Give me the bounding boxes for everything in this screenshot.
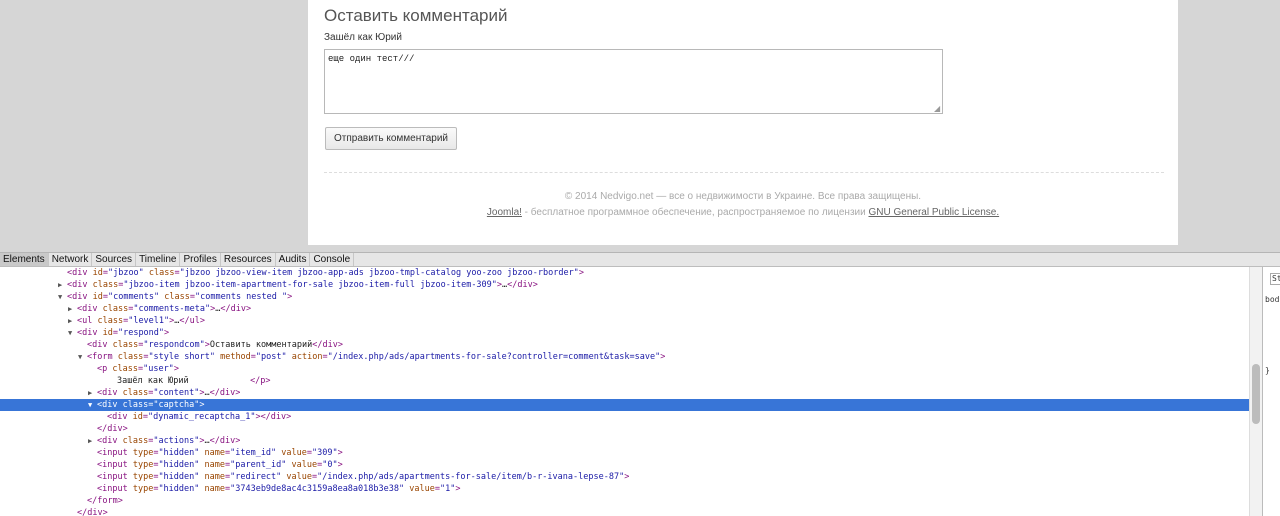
dom-node-markup: <div class="respondcom">Оставить коммент… — [87, 340, 343, 350]
logged-in-user-text: Зашёл как Юрий — [324, 32, 402, 43]
devtools-tab-network[interactable]: Network — [49, 253, 93, 266]
dom-node-markup: </form> — [87, 496, 123, 506]
styles-sidebar[interactable]: St bod } — [1262, 267, 1280, 516]
devtools-tab-console[interactable]: Console — [310, 253, 355, 266]
dom-node-markup: </div> — [97, 424, 128, 434]
dom-tree-node[interactable]: ▶ <div class="jbzoo-item jbzoo-item-apart… — [0, 279, 1249, 291]
dom-tree-node[interactable]: <div id="dynamic_recaptcha_1"></div> — [0, 411, 1249, 423]
dom-tree-node[interactable]: <input type="hidden" name="item_id" valu… — [0, 447, 1249, 459]
dom-node-markup: <div class="captcha"> — [97, 400, 205, 410]
collapsed-triangle-icon[interactable]: ▶ — [88, 387, 97, 399]
dom-node-markup: Зашёл как Юрий </p> — [117, 376, 271, 386]
dom-tree-node[interactable]: </div> — [0, 423, 1249, 435]
dom-node-markup: <input type="hidden" name="3743eb9de8ac4… — [97, 484, 461, 494]
dom-node-markup: <form class="style short" method="post" … — [87, 352, 666, 362]
dom-tree-node[interactable]: </div> — [0, 507, 1249, 516]
copyright-text: © 2014 Nedvigo.net — все о недвижимости … — [564, 191, 922, 202]
devtools-tab-elements[interactable]: Elements — [0, 253, 49, 266]
dom-tree-node[interactable]: ▼ <div class="captcha"> — [0, 399, 1249, 411]
dom-tree-node[interactable]: <div class="respondcom">Оставить коммент… — [0, 339, 1249, 351]
expanded-triangle-icon[interactable]: ▼ — [88, 399, 97, 411]
dom-node-markup: <div class="actions">…</div> — [97, 436, 241, 446]
dom-tree-node[interactable]: ▼ <div id="comments" class="comments nest… — [0, 291, 1249, 303]
collapsed-triangle-icon[interactable]: ▶ — [88, 435, 97, 447]
comment-section-title: Оставить комментарий — [324, 6, 508, 25]
dom-tree-node[interactable]: ▶ <div class="content">…</div> — [0, 387, 1249, 399]
elements-scrollbar[interactable] — [1249, 267, 1262, 516]
dom-tree-node[interactable]: ▶ <div class="comments-meta">…</div> — [0, 303, 1249, 315]
devtools-tab-sources[interactable]: Sources — [92, 253, 137, 266]
dom-tree-node[interactable]: Зашёл как Юрий </p> — [0, 375, 1249, 387]
dom-tree-node[interactable]: <input type="hidden" name="3743eb9de8ac4… — [0, 483, 1249, 495]
dom-node-markup: <div class="content">…</div> — [97, 388, 241, 398]
dom-node-markup: <div id="dynamic_recaptcha_1"></div> — [107, 412, 292, 422]
dom-node-markup: <div id="comments" class="comments neste… — [67, 292, 293, 302]
dom-tree-node[interactable]: <input type="hidden" name="redirect" val… — [0, 471, 1249, 483]
dom-tree-node[interactable]: ▶ <div class="actions">…</div> — [0, 435, 1249, 447]
dom-tree-node[interactable]: ▼ <form class="style short" method="post"… — [0, 351, 1249, 363]
license-middle-text: - бесплатное программное обеспечение, ра… — [521, 207, 869, 218]
collapsed-triangle-icon[interactable]: ▶ — [58, 279, 67, 291]
expanded-triangle-icon[interactable]: ▼ — [68, 327, 77, 339]
dom-node-markup: <input type="hidden" name="item_id" valu… — [97, 448, 343, 458]
dom-tree-node[interactable]: <div id="jbzoo" class="jbzoo jbzoo-view-… — [0, 267, 1249, 279]
dom-node-markup: <ul class="level1">…</ul> — [77, 316, 206, 326]
dom-node-markup: <div class="comments-meta">…</div> — [77, 304, 252, 314]
dom-node-markup: <input type="hidden" name="parent_id" va… — [97, 460, 343, 470]
submit-comment-button[interactable]: Отправить комментарий — [325, 127, 458, 150]
collapsed-triangle-icon[interactable]: ▶ — [68, 315, 77, 327]
elements-tree-panel[interactable]: <div id="jbzoo" class="jbzoo jbzoo-view-… — [0, 267, 1262, 516]
expanded-triangle-icon[interactable]: ▼ — [78, 351, 87, 363]
styles-header: St — [1270, 273, 1280, 285]
dom-tree-node[interactable]: <input type="hidden" name="parent_id" va… — [0, 459, 1249, 471]
dom-tree-node[interactable]: <p class="user"> — [0, 363, 1249, 375]
comment-textarea[interactable]: еще один тест/// — [324, 49, 943, 114]
dom-node-markup: <div class="jbzoo-item jbzoo-item-apartm… — [67, 280, 538, 290]
footer-divider — [324, 172, 1164, 173]
scrollbar-thumb[interactable] — [1252, 364, 1260, 424]
joomla-link[interactable]: Joomla! — [487, 207, 522, 218]
dom-node-markup: <div id="respond"> — [77, 328, 170, 338]
browser-viewport: Оставить комментарий Зашёл как Юрий еще … — [0, 0, 1280, 252]
styles-rule-selector: bod — [1265, 295, 1280, 304]
resize-grip-icon[interactable]: ◢ — [934, 105, 942, 113]
devtools-tab-timeline[interactable]: Timeline — [136, 253, 181, 266]
devtools-tab-resources[interactable]: Resources — [221, 253, 276, 266]
dom-node-markup: <input type="hidden" name="redirect" val… — [97, 472, 630, 482]
dom-tree-node[interactable]: </form> — [0, 495, 1249, 507]
gnu-license-link[interactable]: GNU General Public License. — [868, 207, 999, 218]
devtools-tab-audits[interactable]: Audits — [276, 253, 311, 266]
dom-tree-node[interactable]: ▼ <div id="respond"> — [0, 327, 1249, 339]
content-card: Оставить комментарий Зашёл как Юрий еще … — [308, 0, 1178, 245]
dom-node-markup: </div> — [77, 508, 108, 516]
devtools-tab-profiles[interactable]: Profiles — [180, 253, 221, 266]
devtools-tab-bar: Elements Network Sources Timeline Profiles Re… — [0, 252, 1280, 267]
styles-rule-close: } — [1265, 366, 1270, 375]
expanded-triangle-icon[interactable]: ▼ — [58, 291, 67, 303]
license-text: Joomla! - бесплатное программное обеспеч… — [308, 207, 1178, 218]
dom-node-markup: <div id="jbzoo" class="jbzoo jbzoo-view-… — [67, 268, 584, 278]
collapsed-triangle-icon[interactable]: ▶ — [68, 303, 77, 315]
dom-node-markup: <p class="user"> — [97, 364, 179, 374]
dom-tree-node[interactable]: ▶ <ul class="level1">…</ul> — [0, 315, 1249, 327]
